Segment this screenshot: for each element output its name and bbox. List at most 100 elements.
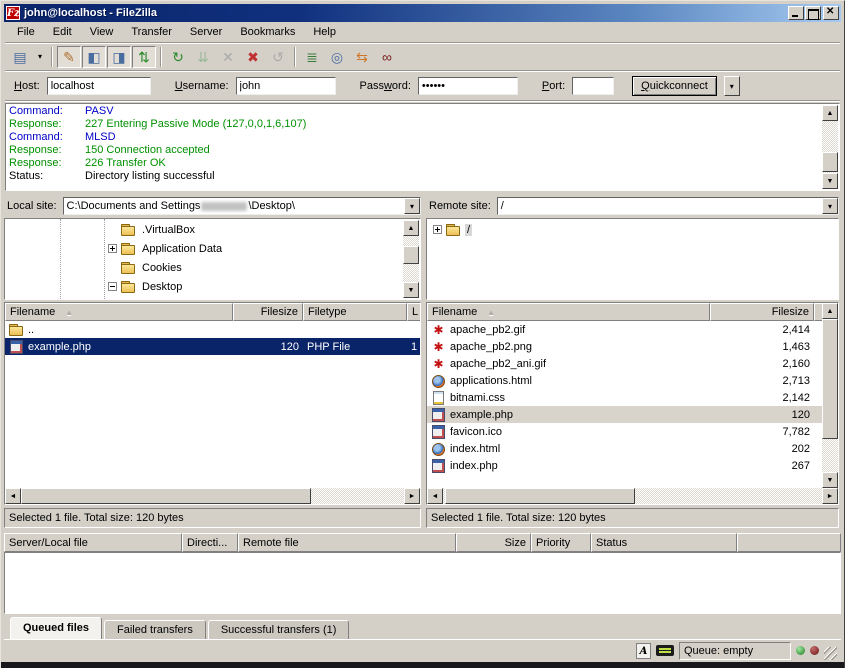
file-row[interactable]: apache_pb2.png1,463 [427, 338, 822, 355]
scroll-up-icon[interactable]: ▲ [822, 105, 838, 121]
tree-expander-icon[interactable] [108, 244, 117, 253]
tree-item-root[interactable]: / [427, 220, 838, 239]
tab-successful-transfers-1-[interactable]: Successful transfers (1) [208, 620, 350, 639]
menu-item-edit[interactable]: Edit [44, 24, 81, 40]
disconnect-button[interactable]: ✖ [241, 46, 265, 68]
tab-failed-transfers[interactable]: Failed transfers [104, 620, 206, 639]
queue-column-directi-[interactable]: Directi... [182, 533, 238, 552]
data-type-indicator-icon[interactable]: A [636, 643, 651, 659]
column-header-filename[interactable]: Filename▲ [5, 303, 233, 321]
filesize-cell: 120 [710, 406, 814, 423]
queue-body[interactable] [4, 552, 841, 614]
tree-item--virtualbox[interactable]: .VirtualBox [5, 220, 420, 239]
tree-item-cookies[interactable]: Cookies [5, 258, 420, 277]
menu-item-transfer[interactable]: Transfer [122, 24, 181, 40]
file-row[interactable]: example.php120PHP File1 [5, 338, 420, 355]
local-site-combobox[interactable]: C:\Documents and Settings\Desktop\ ▾ [63, 197, 421, 215]
host-input[interactable] [47, 77, 151, 95]
file-row[interactable]: applications.html2,713 [427, 372, 822, 389]
synchronized-browsing-button[interactable]: ⇆ [350, 46, 374, 68]
maximize-button[interactable] [805, 6, 821, 20]
file-row[interactable]: index.php267 [427, 457, 822, 474]
tree-item-application-data[interactable]: Application Data [5, 239, 420, 258]
title-bar[interactable]: Fz john@localhost - FileZilla [4, 4, 841, 22]
menu-item-view[interactable]: View [81, 24, 123, 40]
file-row[interactable]: .. [5, 321, 420, 338]
remote-vertical-scrollbar[interactable]: ▲ ▼ [822, 303, 838, 488]
refresh-icon: ↻ [172, 50, 184, 64]
toggle-local-tree-button[interactable]: ◧ [82, 46, 106, 68]
menu-item-bookmarks[interactable]: Bookmarks [231, 24, 304, 40]
toggle-queue-button[interactable]: ⇅ [132, 46, 156, 68]
refresh-button[interactable]: ↻ [166, 46, 190, 68]
find-files-button[interactable]: ∞ [375, 46, 399, 68]
menu-item-help[interactable]: Help [304, 24, 345, 40]
tree-item-desktop[interactable]: Desktop [5, 277, 420, 296]
minimize-button[interactable] [788, 6, 804, 20]
scroll-left-icon[interactable]: ◄ [5, 488, 21, 504]
tree-expander-icon[interactable] [433, 225, 442, 234]
message-log-scrollbar[interactable]: ▲ ▼ [822, 105, 838, 189]
queue-column-status[interactable]: Status [591, 533, 737, 552]
directory-comparison-button[interactable]: ◎ [325, 46, 349, 68]
scroll-up-icon[interactable]: ▲ [822, 303, 838, 319]
chevron-down-icon[interactable]: ▾ [404, 198, 420, 214]
filesize-cell: 120 [233, 338, 303, 355]
scroll-right-icon[interactable]: ► [404, 488, 420, 504]
menu-bar: FileEditViewTransferServerBookmarksHelp [4, 22, 841, 42]
scroll-down-icon[interactable]: ▼ [403, 282, 419, 298]
file-row[interactable]: apache_pb2.gif2,414 [427, 321, 822, 338]
close-button[interactable] [823, 6, 839, 20]
file-row[interactable]: example.php120 [427, 406, 822, 423]
column-header-filesize[interactable]: Filesize [710, 303, 814, 321]
toggle-message-log-button[interactable]: ✎ [57, 46, 81, 68]
quickconnect-button[interactable]: Quickconnect [632, 76, 717, 96]
queue-status-panel: Queue: empty [679, 642, 791, 660]
directory-listing-filters-button[interactable]: ≣ [300, 46, 324, 68]
file-row[interactable]: favicon.ico7,782 [427, 423, 822, 440]
speed-limits-icon[interactable] [656, 645, 674, 656]
local-tree-scrollbar[interactable]: ▲ ▼ [403, 220, 419, 298]
site-manager-button[interactable]: ▤ [8, 46, 32, 68]
scrollbar-thumb[interactable] [445, 488, 635, 504]
site-manager-dropdown-button[interactable]: ▾ [33, 46, 47, 68]
scroll-right-icon[interactable]: ► [822, 488, 838, 504]
window-title: john@localhost - FileZilla [24, 7, 787, 19]
column-header-filesize[interactable]: Filesize [233, 303, 303, 321]
file-row[interactable]: bitnami.css2,142 [427, 389, 822, 406]
remote-site-combobox[interactable]: / ▾ [497, 197, 839, 215]
file-row[interactable]: apache_pb2_ani.gif2,160 [427, 355, 822, 372]
column-header-filetype[interactable]: Filetype [303, 303, 407, 321]
filezilla-app-icon[interactable]: Fz [6, 6, 20, 20]
queue-column-remote-file[interactable]: Remote file [238, 533, 456, 552]
username-input[interactable] [236, 77, 336, 95]
scroll-down-icon[interactable]: ▼ [822, 173, 838, 189]
queue-column-size[interactable]: Size [456, 533, 531, 552]
scroll-left-icon[interactable]: ◄ [427, 488, 443, 504]
queue-column-priority[interactable]: Priority [531, 533, 591, 552]
scroll-down-icon[interactable]: ▼ [822, 472, 838, 488]
scroll-up-icon[interactable]: ▲ [403, 220, 419, 236]
tab-queued-files[interactable]: Queued files [10, 617, 102, 639]
toggle-remote-tree-button[interactable]: ◨ [107, 46, 131, 68]
tree-expander-icon[interactable] [108, 282, 117, 291]
menu-item-server[interactable]: Server [181, 24, 231, 40]
scrollbar-thumb[interactable] [403, 246, 419, 264]
column-header-l[interactable]: L [407, 303, 421, 321]
scrollbar-thumb[interactable] [822, 152, 838, 172]
filesize-cell: 2,414 [710, 321, 814, 338]
password-input[interactable] [418, 77, 518, 95]
resize-grip[interactable] [824, 647, 837, 660]
file-row[interactable]: index.html202 [427, 440, 822, 457]
local-list-body: ..example.php120PHP File1 [5, 321, 420, 488]
port-input[interactable] [572, 77, 614, 95]
local-horizontal-scrollbar[interactable]: ◄ ► [5, 488, 420, 504]
menu-item-file[interactable]: File [8, 24, 44, 40]
remote-horizontal-scrollbar[interactable]: ◄ ► [427, 488, 838, 504]
quickconnect-dropdown-button[interactable]: ▾ [724, 76, 740, 96]
scrollbar-thumb[interactable] [822, 319, 838, 439]
chevron-down-icon[interactable]: ▾ [822, 198, 838, 214]
queue-column-server-local-file[interactable]: Server/Local file [4, 533, 182, 552]
scrollbar-thumb[interactable] [21, 488, 311, 504]
column-header-filename[interactable]: Filename▲ [427, 303, 710, 321]
